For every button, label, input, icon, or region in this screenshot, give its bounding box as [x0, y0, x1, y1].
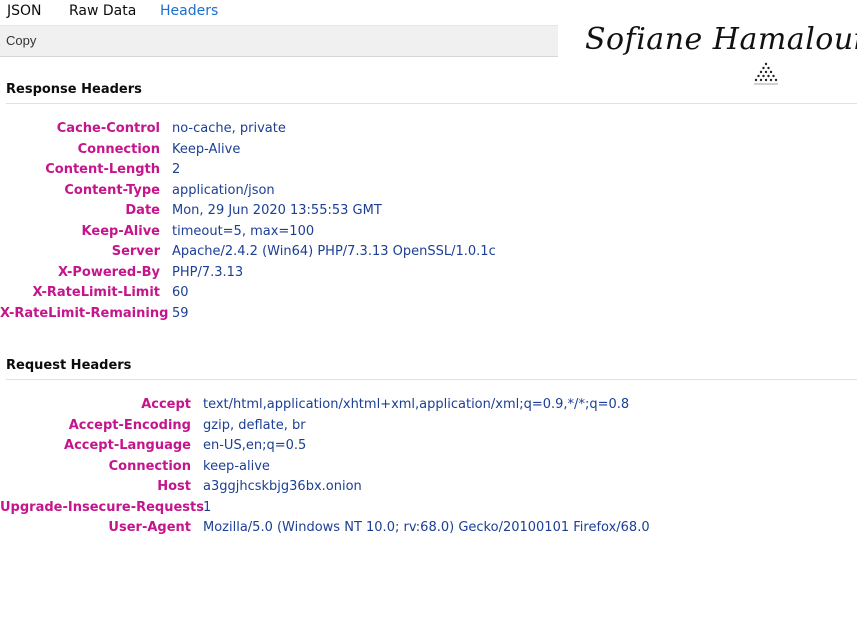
request-headers-title: Request Headers: [6, 358, 132, 373]
header-value: text/html,application/xhtml+xml,applicat…: [203, 397, 630, 412]
header-value: a3ggjhcskbjg36bx.onion: [203, 479, 362, 494]
copy-button[interactable]: Copy: [2, 30, 41, 52]
tab-bar: JSON Raw Data Headers: [0, 0, 558, 26]
header-value: en-US,en;q=0.5: [203, 438, 307, 453]
triangle-dots-icon: [754, 62, 778, 85]
tab-raw-data[interactable]: Raw Data: [69, 0, 136, 25]
header-name: User-Agent: [108, 520, 191, 535]
header-value: application/json: [172, 182, 275, 198]
tab-json[interactable]: JSON: [7, 0, 42, 25]
header-name: X-Powered-By: [58, 264, 160, 280]
header-value: keep-alive: [203, 458, 270, 474]
header-value: 59: [172, 305, 189, 321]
header-name: Content-Length: [45, 162, 160, 177]
header-value: 2: [172, 162, 181, 177]
header-name: Keep-Alive: [81, 223, 160, 239]
header-value: Keep-Alive: [172, 141, 241, 157]
header-name: Server: [111, 244, 160, 259]
header-value: PHP/7.3.13: [172, 264, 244, 280]
header-value: Mon, 29 Jun 2020 13:55:53 GMT: [172, 203, 382, 218]
header-value: timeout=5, max=100: [172, 223, 315, 239]
signature-logo: Sofiane Hamaloui: [585, 22, 857, 94]
json-viewer: JSON Raw Data Headers Copy Sofiane Hamal…: [0, 0, 857, 621]
header-name: Upgrade-Insecure-Requests: [0, 499, 204, 515]
header-name: X-RateLimit-Remaining: [0, 305, 169, 321]
header-value: gzip, deflate, br: [203, 417, 306, 433]
header-name: Connection: [77, 141, 160, 157]
header-value: Apache/2.4.2 (Win64) PHP/7.3.13 OpenSSL/…: [172, 244, 496, 259]
header-name: X-RateLimit-Limit: [32, 285, 160, 300]
header-value: 60: [172, 285, 189, 300]
response-headers-title: Response Headers: [6, 82, 142, 97]
header-name: Content-Type: [64, 182, 160, 198]
header-value: Mozilla/5.0 (Windows NT 10.0; rv:68.0) G…: [203, 520, 650, 535]
header-name: Accept: [141, 397, 191, 412]
divider: [6, 103, 857, 104]
header-name: Date: [125, 203, 160, 218]
header-value: 1: [203, 499, 212, 515]
header-name: Accept-Language: [64, 438, 191, 453]
header-name: Host: [157, 479, 191, 494]
signature-text: Sofiane Hamaloui: [585, 22, 857, 57]
divider: [6, 379, 857, 380]
header-name: Cache-Control: [56, 121, 160, 136]
toolbar: Copy: [0, 26, 558, 57]
header-name: Accept-Encoding: [68, 417, 191, 433]
header-value: no-cache, private: [172, 121, 286, 136]
header-name: Connection: [108, 458, 191, 474]
tab-headers[interactable]: Headers: [160, 0, 218, 25]
